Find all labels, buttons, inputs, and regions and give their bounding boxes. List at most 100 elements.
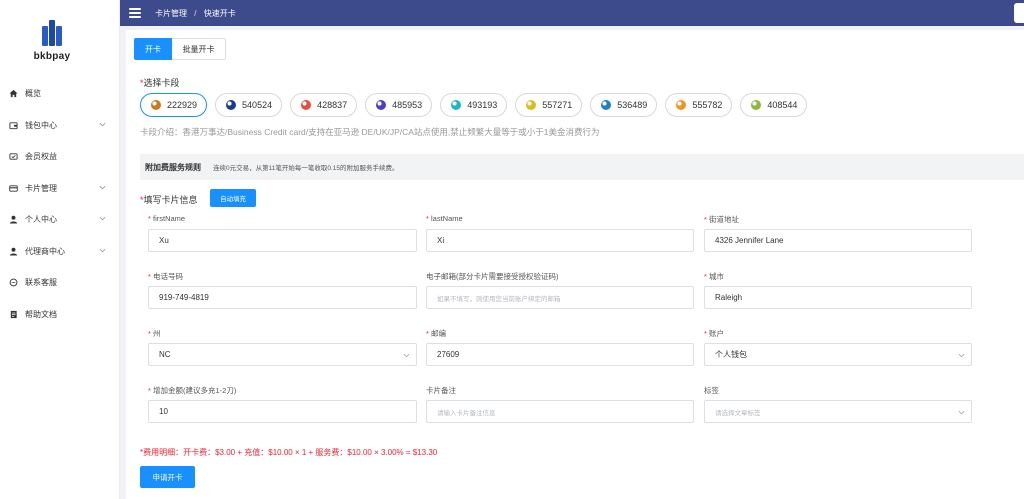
sidebar-item-label: 会员权益 bbox=[25, 152, 57, 162]
avatar[interactable] bbox=[1014, 3, 1024, 23]
card-brand-icon bbox=[451, 100, 462, 110]
user-icon bbox=[9, 215, 18, 224]
card-info-title: *填写卡片信息 bbox=[140, 195, 198, 205]
card-brand-icon bbox=[751, 100, 762, 110]
street-input[interactable]: 4326 Jennifer Lane bbox=[704, 229, 972, 252]
note-input[interactable]: 请输入卡片备注信息 bbox=[426, 400, 694, 423]
bin-option[interactable]: 557271 bbox=[515, 93, 583, 117]
note-label: 卡片备注 bbox=[426, 386, 456, 395]
tab-batch-open-card[interactable]: 批量开卡 bbox=[172, 38, 226, 60]
lastname-input[interactable]: Xi bbox=[426, 229, 694, 252]
bin-option[interactable]: 408544 bbox=[740, 93, 808, 117]
zip-input[interactable]: 27609 bbox=[426, 343, 694, 366]
bin-number: 536489 bbox=[617, 100, 648, 110]
bin-option[interactable]: 485953 bbox=[365, 93, 433, 117]
card-icon bbox=[9, 152, 18, 161]
breadcrumb-separator: / bbox=[194, 8, 197, 18]
fee-detail: *费用明细：开卡费：$3.00 + 充值：$10.00 × 1 + 服务费：$1… bbox=[140, 448, 438, 457]
lastname-label: * lastName bbox=[426, 214, 463, 223]
sidebar-item-personal-center[interactable]: 个人中心 bbox=[0, 204, 120, 236]
sidebar-item-wallet[interactable]: 钱包中心 bbox=[0, 110, 120, 142]
bin-number: 540524 bbox=[242, 100, 273, 110]
document-icon bbox=[9, 310, 18, 319]
tags-label: 标签 bbox=[704, 386, 719, 395]
topbar: 卡片管理 / 快速开卡 bbox=[120, 0, 1024, 26]
card-brand-icon bbox=[301, 100, 312, 110]
bin-number: 428837 bbox=[317, 100, 348, 110]
sidebar: bkbpay 概览 钱包中心 会员权益 卡片管理 个人中心 代理商中心 联系客服… bbox=[0, 0, 120, 499]
state-label: * 州 bbox=[148, 329, 161, 338]
main-content: 开卡 批量开卡 *选择卡段 222929 540524 428837 485953 49… bbox=[126, 30, 1024, 499]
sidebar-item-help-docs[interactable]: 帮助文档 bbox=[0, 299, 120, 331]
sidebar-item-card-management[interactable]: 卡片管理 bbox=[0, 173, 120, 205]
phone-label: * 电话号码 bbox=[148, 272, 184, 281]
card-info-label: 填写卡片信息 bbox=[143, 195, 198, 205]
zip-label: * 邮编 bbox=[426, 329, 447, 338]
bin-number: 485953 bbox=[392, 100, 423, 110]
card-brand-icon bbox=[676, 100, 687, 110]
bin-number: 555782 bbox=[692, 100, 723, 110]
rules-text: 连续0元交易，从第11笔开始每一笔收取0.15的附加服务手续费。 bbox=[213, 165, 399, 172]
sidebar-item-contact-support[interactable]: 联系客服 bbox=[0, 267, 120, 299]
bin-option[interactable]: 222929 bbox=[140, 93, 208, 117]
breadcrumb-current: 快速开卡 bbox=[203, 8, 236, 18]
wallet-icon bbox=[9, 121, 18, 130]
account-value: 个人钱包 bbox=[715, 350, 747, 359]
firstname-label: * firstName bbox=[148, 214, 186, 223]
phone-input[interactable]: 919-749-4819 bbox=[148, 286, 417, 309]
user-icon bbox=[9, 247, 18, 256]
account-label: * 账户 bbox=[704, 329, 725, 338]
chevron-down-icon bbox=[99, 185, 106, 189]
breadcrumb: 卡片管理 / 快速开卡 bbox=[155, 8, 236, 19]
card-brand-icon bbox=[151, 100, 161, 110]
tab-open-card[interactable]: 开卡 bbox=[134, 38, 172, 60]
sidebar-item-overview[interactable]: 概览 bbox=[0, 78, 120, 110]
chevron-down-icon bbox=[403, 353, 410, 358]
sidebar-item-label: 代理商中心 bbox=[25, 246, 65, 256]
state-select[interactable]: NC bbox=[148, 343, 417, 366]
state-value: NC bbox=[159, 350, 171, 359]
city-label: * 城市 bbox=[704, 272, 725, 281]
bin-number: 493193 bbox=[467, 100, 498, 110]
tags-placeholder: 请选择文章标签 bbox=[715, 409, 761, 417]
logo[interactable]: bkbpay bbox=[30, 20, 74, 62]
chevron-down-icon bbox=[99, 248, 106, 252]
amount-input[interactable]: 10 bbox=[148, 400, 417, 423]
breadcrumb-item[interactable]: 卡片管理 bbox=[155, 9, 187, 18]
bin-section-title: *选择卡段 bbox=[140, 78, 180, 88]
sidebar-item-agent-center[interactable]: 代理商中心 bbox=[0, 236, 120, 268]
sidebar-item-label: 概览 bbox=[25, 89, 41, 99]
bin-list: 222929 540524 428837 485953 493193 557271 5364… bbox=[140, 93, 815, 117]
chevron-down-icon bbox=[99, 216, 106, 221]
bin-option[interactable]: 540524 bbox=[215, 93, 283, 117]
home-icon bbox=[9, 89, 18, 98]
logo-icon bbox=[39, 20, 65, 48]
bin-number: 222929 bbox=[167, 100, 198, 110]
sidebar-item-label: 钱包中心 bbox=[25, 120, 57, 130]
bin-description: 卡段介绍：香港万事达/Business Credit card/支持在亚马逊 D… bbox=[140, 127, 600, 137]
sidebar-item-label: 卡片管理 bbox=[25, 183, 57, 193]
bin-option[interactable]: 555782 bbox=[665, 93, 733, 117]
autofill-button[interactable]: 自动填充 bbox=[210, 189, 256, 207]
tab-group: 开卡 批量开卡 bbox=[134, 38, 226, 60]
chat-icon bbox=[9, 278, 18, 287]
card-brand-icon bbox=[376, 100, 387, 110]
email-input[interactable]: 如果不填写，则使用您当前账户绑定的邮箱 bbox=[426, 286, 694, 309]
sidebar-item-membership[interactable]: 会员权益 bbox=[0, 141, 120, 173]
bin-section-label: 选择卡段 bbox=[143, 78, 180, 88]
city-input[interactable]: Raleigh bbox=[704, 286, 972, 309]
apply-card-button[interactable]: 申请开卡 bbox=[140, 466, 195, 488]
firstname-input[interactable]: Xu bbox=[148, 229, 417, 252]
bin-option[interactable]: 536489 bbox=[590, 93, 658, 117]
chevron-down-icon bbox=[958, 410, 965, 415]
bin-option[interactable]: 428837 bbox=[290, 93, 358, 117]
sidebar-item-label: 联系客服 bbox=[25, 278, 57, 288]
logo-text: bkbpay bbox=[33, 51, 71, 62]
tags-select[interactable]: 请选择文章标签 bbox=[704, 400, 972, 423]
card-brand-icon bbox=[226, 100, 237, 110]
bin-option[interactable]: 493193 bbox=[440, 93, 508, 117]
chevron-down-icon bbox=[99, 122, 106, 126]
account-select[interactable]: 个人钱包 bbox=[704, 343, 972, 366]
sidebar-item-label: 帮助文档 bbox=[25, 309, 57, 319]
menu-toggle-icon[interactable] bbox=[129, 8, 141, 18]
